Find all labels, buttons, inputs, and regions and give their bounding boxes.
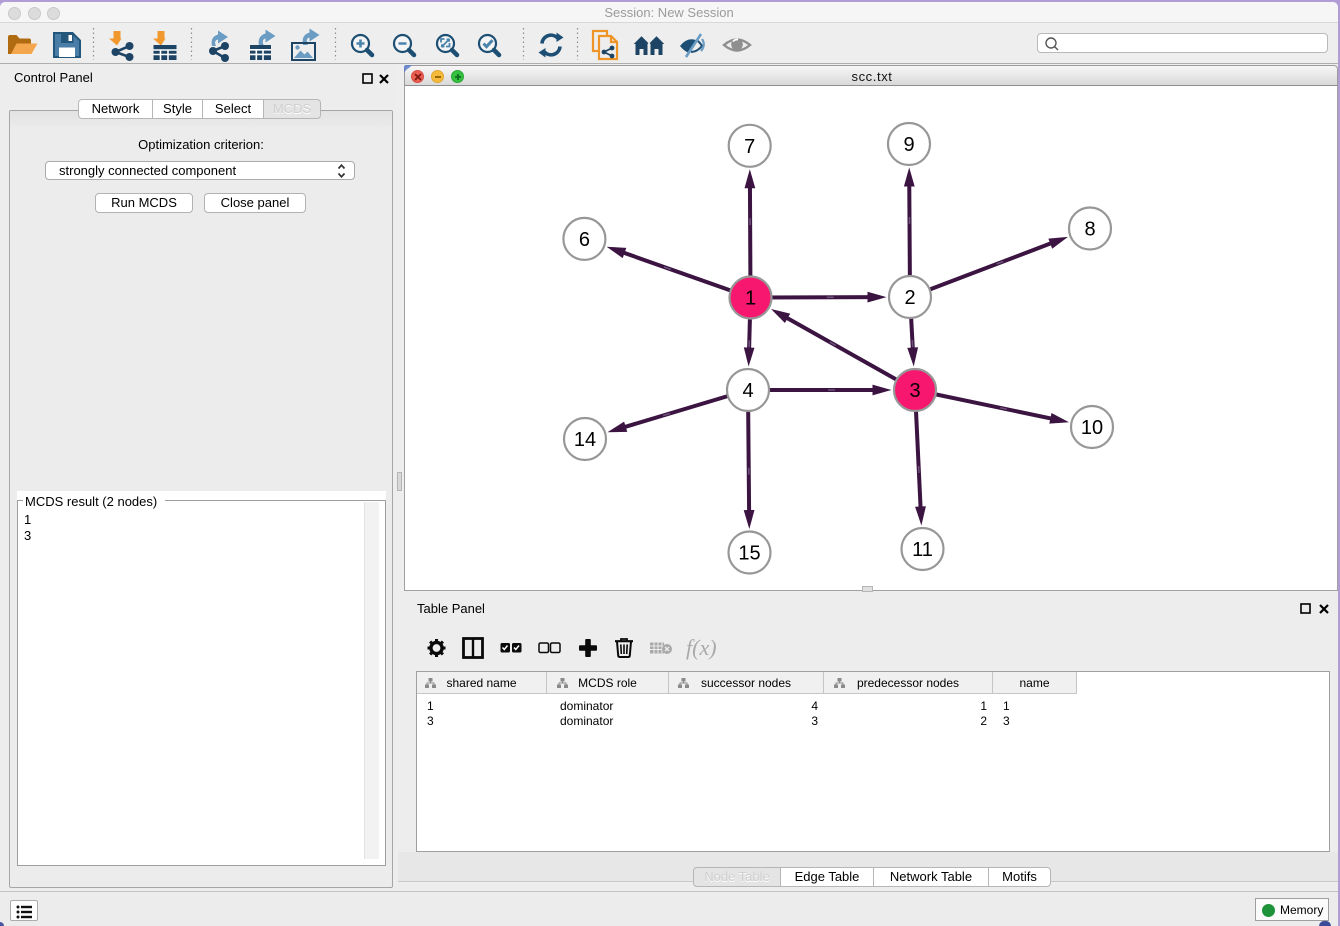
svg-text:8: 8 (1084, 219, 1095, 241)
svg-text:14: 14 (574, 429, 596, 451)
svg-text:6: 6 (579, 229, 590, 251)
svg-text:4: 4 (742, 380, 753, 402)
svg-text:7: 7 (744, 136, 755, 158)
svg-text:3: 3 (909, 380, 920, 402)
svg-text:f(x): f(x) (686, 635, 717, 660)
svg-text:11: 11 (912, 539, 933, 561)
svg-text:1: 1 (745, 288, 756, 310)
svg-text:9: 9 (903, 134, 914, 156)
svg-text:2: 2 (904, 287, 915, 309)
svg-text:15: 15 (738, 543, 760, 565)
svg-text:10: 10 (1081, 417, 1103, 439)
